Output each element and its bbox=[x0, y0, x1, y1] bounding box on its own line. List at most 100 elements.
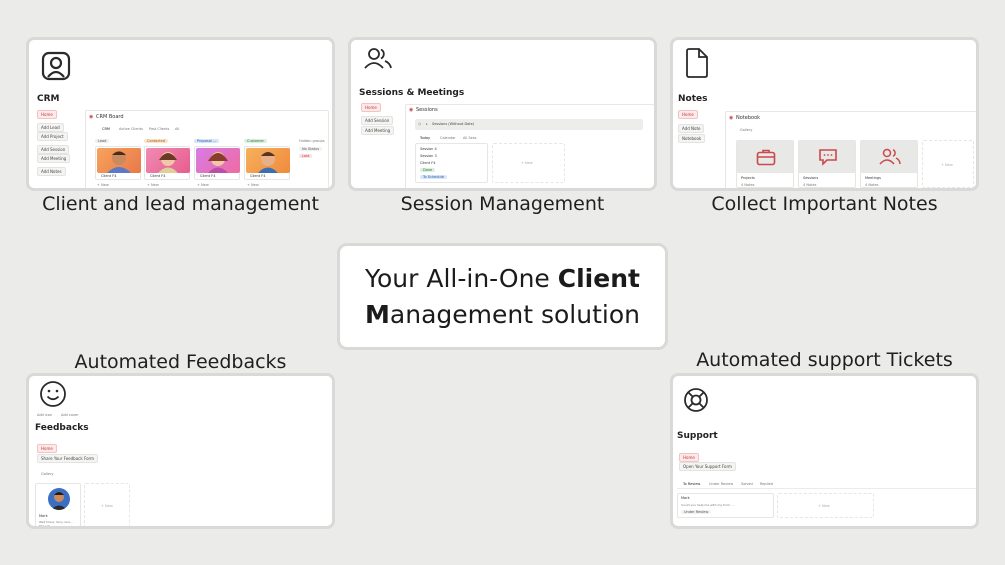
new-ticket-card[interactable]: + New bbox=[777, 493, 874, 518]
lifebuoy-icon bbox=[684, 388, 708, 412]
add-note-button[interactable]: Add Note bbox=[678, 124, 705, 133]
note-card-meetings[interactable]: Meetings 4 Notes bbox=[860, 140, 918, 188]
new-button[interactable]: + New bbox=[941, 163, 953, 167]
add-meeting-button[interactable]: Add Meeting bbox=[37, 154, 71, 163]
add-project-button[interactable]: Add Project bbox=[37, 132, 68, 141]
ticket-name: Mark bbox=[681, 496, 690, 500]
client-card[interactable]: Client F4 bbox=[194, 146, 240, 180]
session-item: Client F4 bbox=[420, 161, 436, 165]
note-card-sessions[interactable]: Sessions 4 Notes bbox=[798, 140, 856, 188]
add-session-button[interactable]: Add Session bbox=[361, 116, 394, 125]
column-proposal: Proposal ... bbox=[194, 139, 220, 143]
hero-line-1-prefix: Your All-in-One bbox=[365, 264, 558, 293]
users-icon bbox=[879, 148, 901, 165]
note-card-cover bbox=[861, 141, 917, 173]
new-feedback-card[interactable]: + New bbox=[84, 483, 130, 526]
session-card[interactable]: Session 4 Session 3 Client F4 Done To Sc… bbox=[415, 143, 488, 183]
add-cover-link[interactable]: Add cover bbox=[61, 413, 79, 417]
caption-support: Automated support Tickets bbox=[696, 349, 953, 371]
open-support-form-button[interactable]: Open Your Support Form bbox=[679, 462, 736, 471]
add-meeting-button[interactable]: Add Meeting bbox=[361, 126, 395, 135]
add-notes-button[interactable]: Add Notes bbox=[37, 167, 66, 176]
tab-replied[interactable]: Replied bbox=[760, 482, 773, 486]
note-card-count: 4 Notes bbox=[865, 183, 879, 187]
new-button[interactable]: + New bbox=[247, 183, 259, 187]
new-button[interactable]: + New bbox=[197, 183, 209, 187]
card-name: Client F4 bbox=[250, 174, 266, 178]
sessions-db-title: Sessions bbox=[416, 107, 438, 113]
hero-line-1-bold: Client bbox=[557, 264, 640, 293]
tab-calendar[interactable]: Calendar bbox=[440, 136, 456, 140]
new-button[interactable]: + New bbox=[101, 504, 113, 508]
user-square-icon bbox=[41, 51, 71, 81]
client-card[interactable]: Client F4 bbox=[244, 146, 290, 180]
ticket-card[interactable]: Mark Could you help me with my form ... … bbox=[677, 493, 774, 518]
add-session-button[interactable]: Add Session bbox=[37, 145, 70, 154]
new-button[interactable]: + New bbox=[818, 504, 830, 508]
tab-active-clients[interactable]: Active Clients bbox=[119, 127, 143, 131]
sessions-panel: ◉ Sessions ◷ ▸ Sessions (Without Date) T… bbox=[405, 104, 654, 188]
notes-card: Notes Home Add Note Notebook ◉ Notebook … bbox=[670, 37, 979, 191]
note-card-cover bbox=[737, 141, 793, 173]
tab-to-review[interactable]: To Review bbox=[683, 482, 700, 486]
view-gallery[interactable]: Gallery bbox=[740, 128, 752, 132]
feedback-card[interactable]: Mark Well Done, Very nice... The UI/... bbox=[35, 483, 81, 526]
home-button[interactable]: Home bbox=[678, 110, 698, 119]
new-button[interactable]: + New bbox=[97, 183, 109, 187]
column-customer: Customer bbox=[244, 139, 268, 143]
new-note-card[interactable]: + New bbox=[922, 140, 974, 188]
status-badge: Under Review bbox=[681, 510, 712, 514]
hero-line-2-bold: M bbox=[365, 300, 390, 329]
notebook-db-icon: ◉ bbox=[729, 115, 734, 121]
document-icon bbox=[686, 48, 708, 78]
home-button[interactable]: Home bbox=[361, 103, 381, 112]
avatar bbox=[246, 148, 290, 173]
new-button[interactable]: + New bbox=[147, 183, 159, 187]
tab-all-sessions[interactable]: All Sess bbox=[463, 136, 476, 140]
hidden-group-lost[interactable]: Lost bbox=[299, 154, 313, 158]
note-card-label: Sessions bbox=[803, 176, 819, 180]
column-lead: Lead bbox=[95, 139, 110, 143]
client-card[interactable]: Client F4 bbox=[95, 146, 141, 180]
notebook-button[interactable]: Notebook bbox=[678, 134, 706, 143]
sessions-card: Sessions & Meetings Home Add Session Add… bbox=[348, 37, 657, 191]
add-icon-link[interactable]: Add icon bbox=[37, 413, 52, 417]
page-title: Support bbox=[677, 431, 718, 441]
sessions-group-row[interactable]: ◷ ▸ Sessions (Without Date) bbox=[415, 119, 643, 130]
clock-icon: ◷ bbox=[418, 122, 422, 126]
tab-today[interactable]: Today bbox=[420, 136, 430, 140]
new-button[interactable]: + New bbox=[521, 161, 533, 165]
page-title: CRM bbox=[37, 94, 60, 104]
chat-icon bbox=[819, 149, 837, 166]
client-card[interactable]: Client F4 bbox=[144, 146, 190, 180]
share-feedback-form-button[interactable]: Share Your Feedback Form bbox=[37, 454, 99, 463]
hidden-group-no-status[interactable]: No Status bbox=[299, 147, 323, 151]
add-lead-button[interactable]: Add Lead bbox=[37, 123, 64, 132]
avatar bbox=[48, 488, 70, 510]
tab-crm[interactable]: CRM bbox=[102, 127, 110, 131]
note-card-cover bbox=[799, 141, 855, 173]
page-title: Feedbacks bbox=[35, 423, 89, 433]
notebook-panel: ◉ Notebook Gallery Projects 4 Notes Sess… bbox=[725, 111, 976, 188]
view-gallery[interactable]: Gallery bbox=[41, 472, 53, 476]
note-card-label: Projects bbox=[741, 176, 755, 180]
new-session-card[interactable]: + New bbox=[492, 143, 565, 183]
home-button[interactable]: Home bbox=[37, 444, 57, 453]
tab-past-clients[interactable]: Past Clients bbox=[149, 127, 169, 131]
users-icon bbox=[364, 48, 392, 69]
note-card-label: Meetings bbox=[865, 176, 881, 180]
tabs-divider bbox=[677, 488, 976, 489]
status-badge: To Schedule bbox=[420, 175, 447, 179]
note-card-projects[interactable]: Projects 4 Notes bbox=[736, 140, 794, 188]
support-card: Support Home Open Your Support Form To R… bbox=[670, 373, 979, 529]
feedbacks-card: Add icon Add cover Feedbacks Home Share … bbox=[26, 373, 335, 529]
home-button[interactable]: Home bbox=[679, 453, 699, 462]
briefcase-icon bbox=[756, 149, 776, 166]
tab-all[interactable]: All bbox=[175, 127, 179, 131]
board-icon: ◉ bbox=[89, 114, 94, 120]
column-contacted: Contacted bbox=[144, 139, 168, 143]
tab-under-review[interactable]: Under Review bbox=[709, 482, 733, 486]
home-button[interactable]: Home bbox=[37, 110, 57, 119]
tab-solved[interactable]: Solved bbox=[741, 482, 753, 486]
avatar bbox=[146, 148, 190, 173]
